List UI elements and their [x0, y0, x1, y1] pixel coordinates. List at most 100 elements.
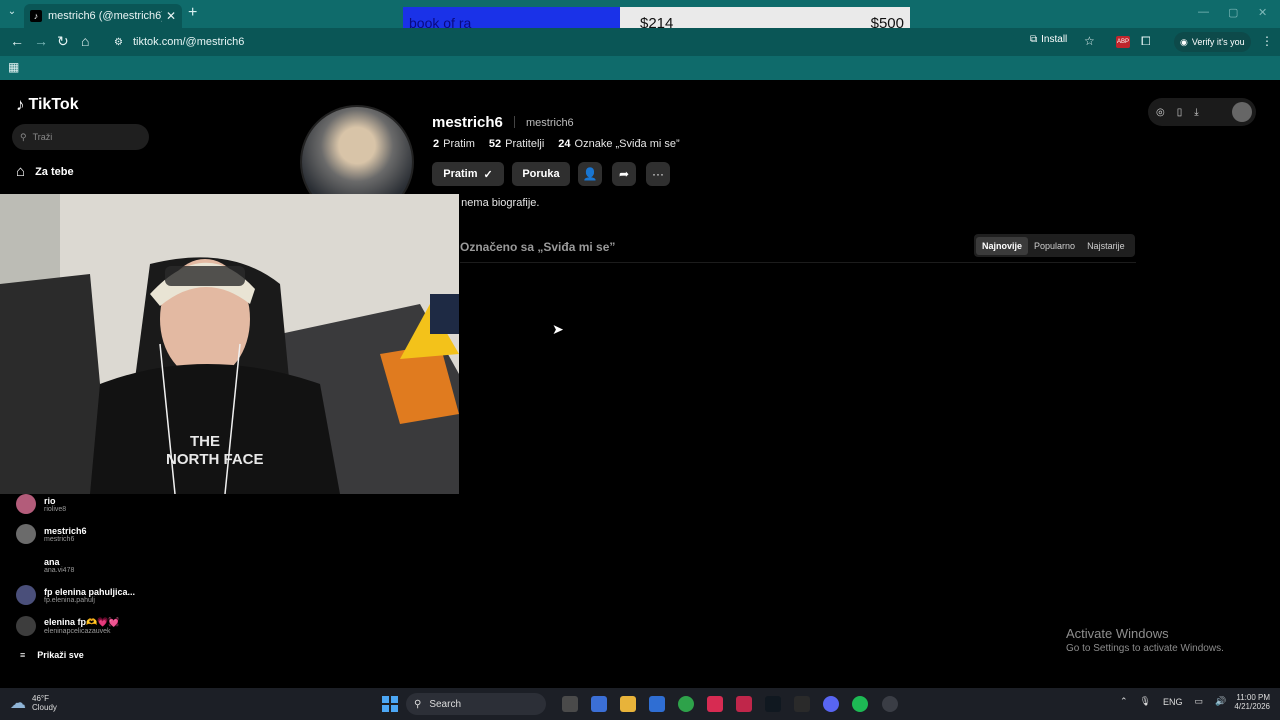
bookmark-star-icon[interactable]: ☆	[1084, 34, 1095, 48]
activate-title: Activate Windows	[1066, 626, 1169, 641]
language-indicator[interactable]: ENG	[1163, 697, 1183, 707]
browser-app-icon[interactable]	[882, 696, 898, 712]
windows-start-icon[interactable]	[382, 696, 398, 712]
activate-windows-watermark: Activate Windows Go to Settings to activ…	[1066, 626, 1224, 654]
tiktok-app-icon[interactable]	[707, 696, 723, 712]
search-input[interactable]: ⚲ Traži	[12, 124, 149, 150]
site-info-icon[interactable]: ⚙	[114, 37, 123, 48]
following-item[interactable]: rio riolive8	[16, 491, 186, 517]
install-icon: ⧉	[1030, 34, 1038, 45]
tab-liked[interactable]: Označeno sa „Sviđa mi se”	[460, 240, 615, 254]
following-button[interactable]: Pratim ✓	[432, 162, 504, 186]
avatar	[16, 524, 36, 544]
logo-text: TikTok	[28, 96, 79, 113]
likes-label: Oznake „Sviđa mi se”	[574, 138, 680, 150]
chrome-icon[interactable]	[678, 696, 694, 712]
following-button-label: Pratim	[443, 168, 478, 180]
coins-icon[interactable]: ◎	[1156, 107, 1165, 118]
adblock-extension-icon[interactable]: ABP	[1116, 36, 1130, 48]
tiktok-top-toolbar: ◎ ▯ ⤓	[1148, 98, 1256, 126]
microphone-icon[interactable]: 🎙	[1140, 696, 1151, 707]
extensions-puzzle-icon[interactable]: ⧠	[1141, 34, 1151, 49]
verify-profile-button[interactable]: ◉ Verify it's you	[1174, 32, 1251, 52]
following-item[interactable]: ana ana.vi478	[16, 552, 186, 578]
followers-label: Pratitelji	[505, 138, 545, 150]
add-friend-icon[interactable]: 👤	[578, 162, 602, 186]
mouse-cursor-icon: ➤	[552, 321, 564, 337]
copilot-icon[interactable]	[591, 696, 607, 712]
reload-icon[interactable]: ↻	[57, 33, 69, 50]
chevron-up-icon[interactable]: ⌃	[1120, 696, 1128, 707]
stat-following[interactable]: 2 Pratim	[433, 138, 475, 150]
install-label: Install	[1041, 34, 1068, 45]
tab-list-chevron-icon[interactable]: ⌄	[4, 6, 20, 22]
url-field[interactable]: ⚙ tiktok.com/@mestrich6	[106, 31, 1016, 53]
avatar	[16, 494, 36, 514]
svg-text:THE: THE	[190, 433, 220, 450]
following-item[interactable]: elenina fp🫶💗💓 eleninapcelicazauvek	[16, 613, 186, 639]
avatar	[16, 555, 36, 575]
display-icon[interactable]: ▭	[1195, 696, 1204, 707]
user-avatar[interactable]	[1232, 102, 1252, 122]
following-item[interactable]: mestrich6 mestrich6	[16, 521, 186, 547]
sidebar-item-for-you[interactable]: ⌂ Za tebe	[16, 163, 74, 180]
sort-toggle: Najnovije Popularno Najstarije	[974, 234, 1135, 257]
profile-username: mestrich6	[432, 114, 503, 131]
discord-icon[interactable]	[823, 696, 839, 712]
task-view-icon[interactable]	[562, 696, 578, 712]
tiktok-logo[interactable]: ♪ TikTok	[16, 95, 79, 115]
following-item[interactable]: fp elenina pahuljica... fp.elenina.pahulj	[16, 582, 186, 608]
profile-stats: 2 Pratim 52 Pratitelji 24 Oznake „Sviđa mi …	[433, 138, 680, 150]
minimize-icon[interactable]: —	[1198, 6, 1209, 18]
svg-text:NORTH FACE: NORTH FACE	[166, 451, 264, 468]
following-handle: ana.vi478	[44, 566, 75, 574]
likes-count: 24	[558, 138, 571, 150]
home-icon[interactable]: ⌂	[81, 33, 89, 49]
store-icon[interactable]	[649, 696, 665, 712]
following-handle: riolive8	[44, 505, 67, 513]
following-handle: mestrich6	[44, 535, 75, 543]
sort-oldest[interactable]: Najstarije	[1081, 237, 1131, 255]
stat-followers[interactable]: 52 Pratitelji	[489, 138, 544, 150]
following-handle: eleninapcelicazauvek	[44, 628, 111, 635]
app-icon[interactable]	[765, 696, 781, 712]
tiktok-favicon-icon: ♪	[30, 10, 42, 22]
taskbar-search-label: Search	[429, 698, 462, 710]
taskbar-search[interactable]: ⚲ Search	[406, 693, 546, 715]
show-all-label: Prikaži sve	[37, 650, 84, 660]
more-options-icon[interactable]: ···	[646, 162, 670, 186]
taskbar-clock[interactable]: 11:00 PM 4/21/2026	[1228, 693, 1270, 711]
install-app-button[interactable]: ⧉ Install	[1030, 34, 1067, 45]
handle-divider	[514, 116, 515, 128]
download-icon[interactable]: ⤓	[1194, 107, 1198, 118]
epic-games-icon[interactable]	[794, 696, 810, 712]
apps-grid-icon[interactable]: ▦	[8, 60, 19, 74]
app-icon[interactable]	[736, 696, 752, 712]
file-explorer-icon[interactable]	[620, 696, 636, 712]
clock-time: 11:00 PM	[1236, 693, 1270, 702]
share-icon[interactable]: ➦	[612, 162, 636, 186]
tab-tiktok-profile[interactable]: ♪ mestrich6 (@mestrich6) | TikTok ✕	[24, 4, 182, 28]
show-all-button[interactable]: ≡ Prikaži sve	[20, 650, 84, 660]
weather-widget[interactable]: ☁ 46°F Cloudy	[10, 693, 57, 713]
browser-menu-icon[interactable]: ⋮	[1261, 34, 1273, 48]
address-bar-row: ← → ↻ ⌂ ⚙ tiktok.com/@mestrich6 ⧉ Instal…	[0, 28, 1280, 56]
stat-likes: 24 Oznake „Sviđa mi se”	[558, 138, 679, 150]
maximize-icon[interactable]: ▢	[1228, 6, 1238, 19]
forward-arrow-icon[interactable]: →	[34, 33, 48, 49]
back-arrow-icon[interactable]: ←	[10, 33, 24, 49]
spotify-icon[interactable]	[852, 696, 868, 712]
sidebar-item-label: Za tebe	[35, 165, 74, 178]
volume-icon[interactable]: 🔊	[1215, 696, 1226, 707]
sort-popular[interactable]: Popularno	[1028, 237, 1081, 255]
following-label: Pratim	[443, 138, 475, 150]
message-button[interactable]: Poruka	[512, 162, 570, 186]
phone-icon[interactable]: ▯	[1177, 107, 1183, 118]
following-handle: fp.elenina.pahulj	[44, 596, 95, 604]
following-name: fp elenina pahuljica...	[44, 586, 136, 597]
close-window-icon[interactable]: ✕	[1258, 6, 1267, 19]
close-tab-icon[interactable]: ✕	[166, 9, 176, 23]
new-tab-plus-icon[interactable]: +	[188, 4, 197, 22]
sort-newest[interactable]: Najnovije	[976, 236, 1029, 255]
profile-bio: d nema biografije.	[452, 197, 540, 209]
